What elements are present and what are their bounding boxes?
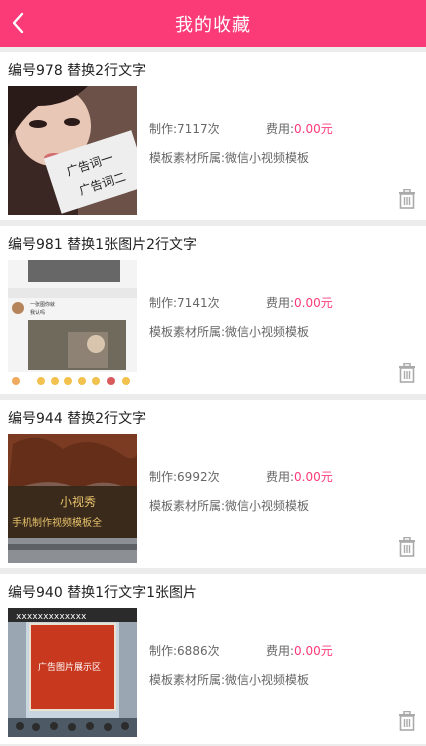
list-item[interactable]: 编号981 替换1张图片2行文字 一张图你就 我认吗 制作:7141次 费用:0… [0,226,426,394]
fee-label: 费用: [266,644,295,658]
fee: 费用:0.00元 [266,642,333,659]
template-category: 模板素材所属:微信小视频模板 [149,325,310,339]
fee-label: 费用: [266,296,295,310]
page-title: 我的收藏 [175,14,251,36]
fee: 费用:0.00元 [266,468,333,485]
fee-label: 费用: [266,122,295,136]
delete-button[interactable] [398,362,416,383]
thumb-caption-2: 我认吗 [30,309,45,316]
item-title: 编号978 替换2行文字 [8,63,147,79]
template-thumbnail[interactable]: 小视秀 手机制作视频模板全 [8,434,137,563]
trash-icon [399,536,415,557]
item-title: 编号940 替换1行文字1张图片 [8,585,197,601]
thumb-caption-2: xxxxxxxxxxxxx [16,612,87,622]
thumb-caption-2: 手机制作视频模板全 [12,516,102,529]
fee-amount: 0.00元 [294,296,333,310]
trash-icon [399,362,415,383]
list-item[interactable]: 编号978 替换2行文字 广告词一 广告词二 制作:7117次 费用:0.00元… [0,52,426,220]
app-header: 我的收藏 [0,0,426,47]
make-count: 制作:6886次 [149,644,220,658]
template-category: 模板素材所属:微信小视频模板 [149,151,310,165]
thumb-caption-1: 广告图片展示区 [38,661,101,673]
list-item[interactable]: 编号940 替换1行文字1张图片 xxxxxxxxxxxxx 广告图片展示区 制… [0,574,426,744]
thumb-caption-1: 一张图你就 [30,301,55,308]
template-thumbnail[interactable]: 广告词一 广告词二 [8,86,137,215]
template-thumbnail[interactable]: xxxxxxxxxxxxx 广告图片展示区 [8,608,137,737]
favorites-list: 编号978 替换2行文字 广告词一 广告词二 制作:7117次 费用:0.00元… [0,47,426,744]
thumb-caption-1: 小视秀 [60,494,96,509]
fee: 费用:0.00元 [266,294,333,311]
delete-button[interactable] [398,188,416,209]
template-category: 模板素材所属:微信小视频模板 [149,673,310,687]
template-category: 模板素材所属:微信小视频模板 [149,499,310,513]
back-button[interactable] [6,9,30,37]
template-thumbnail[interactable]: 一张图你就 我认吗 [8,260,137,389]
fee-amount: 0.00元 [294,122,333,136]
fee-label: 费用: [266,470,295,484]
fee: 费用:0.00元 [266,120,333,137]
trash-icon [399,188,415,209]
make-count: 制作:7141次 [149,296,220,310]
item-title: 编号981 替换1张图片2行文字 [8,237,197,253]
chevron-left-icon [12,12,24,34]
make-count: 制作:7117次 [149,122,220,136]
delete-button[interactable] [398,710,416,731]
make-count: 制作:6992次 [149,470,220,484]
trash-icon [399,710,415,731]
fee-amount: 0.00元 [294,470,333,484]
item-title: 编号944 替换2行文字 [8,411,147,427]
list-item[interactable]: 编号944 替换2行文字 小视秀 手机制作视频模板全 制作:6992次 费用:0… [0,400,426,568]
delete-button[interactable] [398,536,416,557]
fee-amount: 0.00元 [294,644,333,658]
